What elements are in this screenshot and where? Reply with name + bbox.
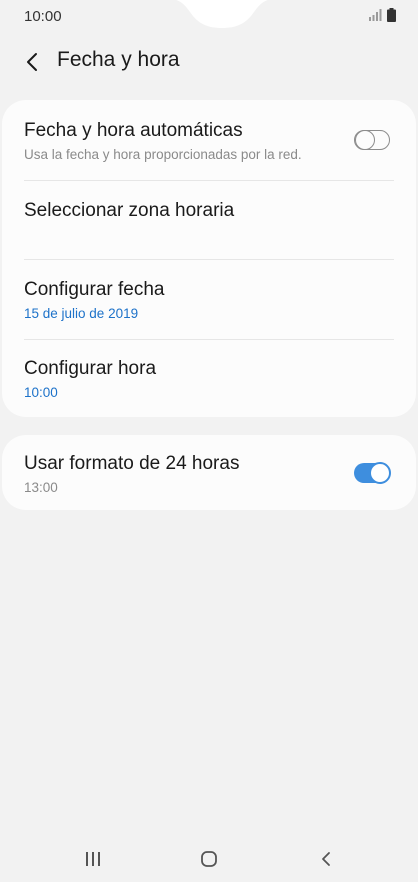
- timezone-row[interactable]: Seleccionar zona horaria: [24, 181, 394, 259]
- time-row[interactable]: Configurar hora 10:00: [24, 340, 394, 416]
- date-value: 15 de julio de 2019: [24, 306, 139, 321]
- camera-notch: [176, 0, 268, 28]
- app-header: Fecha y hora: [0, 40, 418, 82]
- time-title: Configurar hora: [24, 358, 157, 379]
- status-bar: 10:00: [0, 0, 418, 32]
- auto-datetime-subtitle: Usa la fecha y hora proporcionadas por l…: [24, 147, 302, 162]
- navigation-bar: [0, 836, 418, 882]
- date-title: Configurar fecha: [24, 279, 165, 300]
- timezone-title: Seleccionar zona horaria: [24, 200, 235, 221]
- auto-datetime-title: Fecha y hora automáticas: [24, 120, 243, 141]
- format24-toggle[interactable]: [354, 462, 391, 484]
- page-title: Fecha y hora: [57, 48, 180, 71]
- auto-datetime-toggle[interactable]: [354, 129, 390, 150]
- battery-icon: [387, 8, 396, 22]
- back-button[interactable]: [18, 48, 46, 76]
- nav-back-button[interactable]: [311, 846, 341, 872]
- time-value: 10:00: [24, 385, 58, 400]
- format24-subtitle: 13:00: [24, 480, 58, 495]
- settings-card-format: Usar formato de 24 horas 13:00: [2, 435, 416, 510]
- toggle-knob: [355, 129, 375, 150]
- settings-card-main: Fecha y hora automáticas Usa la fecha y …: [2, 100, 416, 417]
- format24-title: Usar formato de 24 horas: [24, 453, 240, 474]
- auto-datetime-row[interactable]: Fecha y hora automáticas Usa la fecha y …: [24, 118, 394, 180]
- recent-apps-button[interactable]: [78, 846, 108, 872]
- back-icon: [322, 852, 330, 866]
- recent-apps-icon: [86, 852, 100, 866]
- signal-icon: [369, 9, 382, 21]
- home-button[interactable]: [194, 846, 224, 872]
- home-icon: [201, 851, 217, 867]
- chevron-left-icon: [27, 53, 37, 71]
- status-time: 10:00: [24, 8, 62, 25]
- toggle-knob: [369, 462, 391, 484]
- format24-row[interactable]: Usar formato de 24 horas 13:00: [24, 435, 394, 510]
- date-row[interactable]: Configurar fecha 15 de julio de 2019: [24, 260, 394, 338]
- status-icons: [369, 8, 396, 22]
